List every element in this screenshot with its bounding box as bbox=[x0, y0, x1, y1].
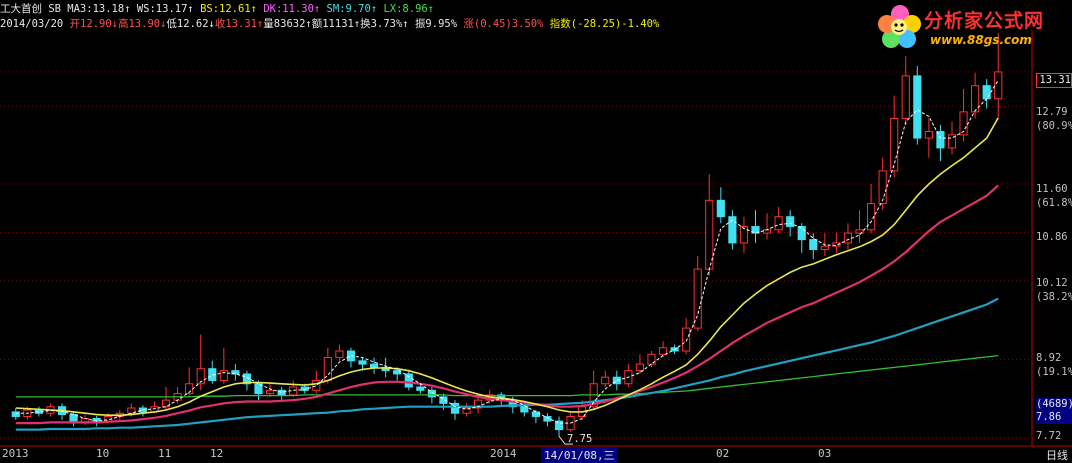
bs-value: BS:12.61 bbox=[200, 3, 251, 15]
candle-body bbox=[901, 75, 910, 119]
candle-body bbox=[820, 245, 829, 250]
candle-body bbox=[658, 347, 668, 355]
lx-value: LX:8.96 bbox=[383, 3, 428, 15]
y-pct-5: (19.1%) bbox=[1036, 366, 1072, 378]
candle-body bbox=[277, 389, 286, 396]
quote-header: 2014/03/20 开12.90↓高13.90↓低12.62↓收13.31↑量… bbox=[0, 18, 660, 30]
ma-pink-line bbox=[15, 184, 999, 425]
x-label-03: 03 bbox=[818, 447, 832, 460]
stock-name: 工大首创 bbox=[0, 3, 42, 15]
candle-body bbox=[312, 379, 321, 391]
candle-body bbox=[693, 268, 702, 329]
close-value: 收13.31 bbox=[214, 18, 257, 30]
candle-body bbox=[682, 327, 691, 352]
y-label-6: 7.72 bbox=[1036, 430, 1062, 442]
candle-body bbox=[11, 411, 20, 418]
candle-body bbox=[543, 416, 552, 422]
y-label-3: 10.86 bbox=[1036, 231, 1068, 243]
candle-body bbox=[809, 239, 818, 250]
candle-body bbox=[601, 376, 610, 385]
volume-count: (4689) bbox=[1036, 398, 1072, 410]
site-logo: 分析家公式网 www.88gs.com bbox=[872, 2, 1072, 52]
low-value: 低12.62 bbox=[166, 18, 209, 30]
ma-yellow-line bbox=[15, 117, 999, 416]
sm-value: SM:9.70 bbox=[326, 3, 371, 15]
x-label-10: 10 bbox=[96, 447, 110, 460]
indicator-header: 工大首创 SB MA3:13.18↑ WS:13.17↑ BS:12.61↑ D… bbox=[0, 3, 435, 15]
candle-body bbox=[358, 360, 367, 365]
candle-body bbox=[774, 216, 783, 231]
open-value: 开12.90 bbox=[69, 18, 112, 30]
y-label-2: 11.60 bbox=[1036, 183, 1068, 195]
candle-body bbox=[369, 363, 379, 368]
candle-body bbox=[924, 131, 933, 139]
candle-body bbox=[716, 199, 725, 218]
candle-body bbox=[450, 402, 460, 414]
high-value: 高13.90 bbox=[117, 18, 161, 30]
y-label-4: 10.12 bbox=[1036, 277, 1068, 289]
y-label-5: 8.92 bbox=[1036, 352, 1062, 364]
candle-body bbox=[786, 216, 795, 228]
low-marker-label: 7.75 bbox=[567, 433, 593, 445]
y-pct-4: (38.2%) bbox=[1036, 291, 1072, 303]
candles-layer bbox=[11, 33, 1003, 437]
candle-body bbox=[797, 226, 806, 241]
logo-title: 分析家公式网 bbox=[924, 10, 1045, 32]
candle-body bbox=[728, 216, 737, 244]
candle-body bbox=[843, 232, 853, 244]
candle-body bbox=[335, 350, 344, 359]
y-label-1: 12.79 bbox=[1036, 106, 1068, 118]
quote-date: 2014/03/20 bbox=[0, 18, 64, 30]
candlestick-chart[interactable] bbox=[0, 0, 1072, 461]
candle-body bbox=[982, 85, 991, 100]
stock-chart[interactable] bbox=[0, 0, 1072, 461]
turnover-value: 换3.73% bbox=[360, 18, 403, 30]
current-price-box: 13.31 bbox=[1036, 73, 1072, 88]
candle-body bbox=[994, 71, 1003, 100]
candle-body bbox=[971, 85, 980, 113]
volume-value: 7.86 bbox=[1036, 411, 1062, 423]
candle-body bbox=[404, 373, 413, 388]
y-pct-1: (80.9%) bbox=[1036, 120, 1072, 132]
x-label-02: 02 bbox=[716, 447, 730, 460]
dk-value: DK:11.30 bbox=[263, 3, 314, 15]
ws-value: WS:13.17 bbox=[136, 3, 188, 15]
x-label-2013: 2013 bbox=[2, 447, 29, 460]
volume-box: (4689) 7.86 bbox=[1036, 398, 1072, 424]
x-label-2014: 2014 bbox=[490, 447, 517, 460]
candle-body bbox=[520, 406, 529, 413]
amount-value: 额11131 bbox=[311, 18, 354, 30]
candle-body bbox=[635, 363, 645, 372]
index-value: 指数(-28.25)-1.40% bbox=[549, 18, 660, 30]
flower-logo-icon bbox=[878, 5, 921, 48]
y-pct-2: (61.8%) bbox=[1036, 197, 1072, 209]
moving-averages-layer bbox=[15, 80, 999, 445]
candle-body bbox=[416, 386, 425, 391]
grid-lines bbox=[0, 71, 1032, 439]
volume-value: 量83632 bbox=[263, 18, 306, 30]
ma-label: SB MA3:13.18 bbox=[48, 3, 125, 15]
candle-body bbox=[265, 389, 275, 395]
change-value: 涨(0.45)3.50% bbox=[463, 18, 544, 30]
ma-green-line bbox=[15, 354, 999, 398]
candle-body bbox=[913, 75, 922, 139]
x-label-11: 11 bbox=[158, 447, 172, 460]
x-label-12: 12 bbox=[210, 447, 224, 460]
logo-url: www.88gs.com bbox=[930, 33, 1032, 47]
amplitude-value: 振9.95% bbox=[414, 18, 458, 30]
